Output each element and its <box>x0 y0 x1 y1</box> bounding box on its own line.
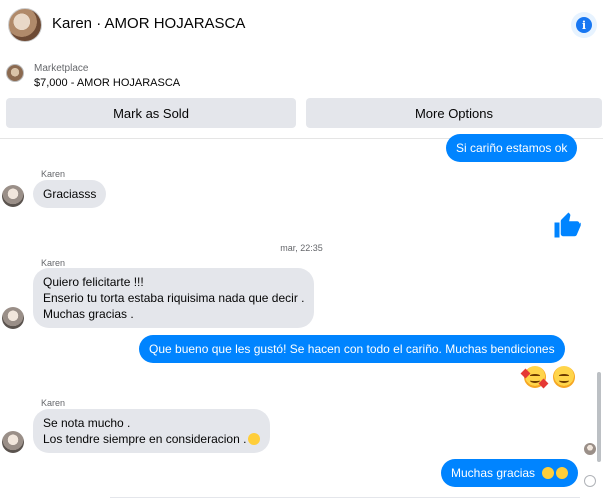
sent-check-icon <box>584 475 596 487</box>
smiling-face-icon <box>553 366 575 388</box>
message-line: Quiero felicitarte !!! <box>43 275 144 289</box>
message-bubble-incoming[interactable]: Graciasss <box>33 180 107 208</box>
chat-header: Karen · AMOR HOJARASCA i <box>0 0 603 52</box>
timestamp: mar, 22:35 <box>280 243 323 253</box>
message-line: Muchas gracias . <box>43 307 134 321</box>
composer-border <box>110 497 580 498</box>
sender-name: Karen <box>41 169 66 179</box>
karen-avatar[interactable] <box>2 307 24 329</box>
message-line: Enserio tu torta estaba riquisima nada q… <box>43 291 305 305</box>
thumbs-up-icon <box>554 212 581 238</box>
listing-thumbnail <box>6 64 24 82</box>
message-bubble-incoming[interactable]: Quiero felicitarte !!! Enserio tu torta … <box>33 268 315 328</box>
scrollbar[interactable] <box>597 372 601 462</box>
grinning-face-icon <box>248 433 261 445</box>
chat-title[interactable]: Karen · AMOR HOJARASCA <box>52 15 245 32</box>
seen-avatar <box>584 443 596 455</box>
message-bubble-outgoing[interactable]: Muchas gracias <box>441 459 579 487</box>
sender-name: Karen <box>41 258 66 268</box>
info-button[interactable]: i <box>571 12 597 38</box>
message-line: Los tendre siempre en consideracion . <box>43 432 247 446</box>
message-bubble-outgoing[interactable]: Si cariño estamos ok <box>446 134 578 162</box>
mark-as-sold-button[interactable]: Mark as Sold <box>6 98 296 128</box>
smiling-face-icon <box>556 467 569 479</box>
message-bubble-incoming[interactable]: Se nota mucho . Los tendre siempre en co… <box>33 409 271 453</box>
karen-avatar[interactable] <box>2 185 24 207</box>
listing-price: $7,000 - AMOR HOJARASCA <box>34 77 181 89</box>
karen-avatar[interactable] <box>2 431 24 453</box>
info-icon: i <box>576 17 592 33</box>
seller-avatar[interactable] <box>8 8 42 42</box>
more-options-button[interactable]: More Options <box>306 98 602 128</box>
message-text: Muchas gracias <box>451 466 536 480</box>
smiling-face-icon <box>542 467 555 479</box>
marketplace-label: Marketplace <box>34 63 89 74</box>
message-bubble-outgoing[interactable]: Que bueno que les gustó! Se hacen con to… <box>139 335 565 363</box>
smiling-face-with-hearts-icon <box>520 366 549 389</box>
sender-name: Karen <box>41 398 66 408</box>
message-line: Se nota mucho . <box>43 416 131 430</box>
